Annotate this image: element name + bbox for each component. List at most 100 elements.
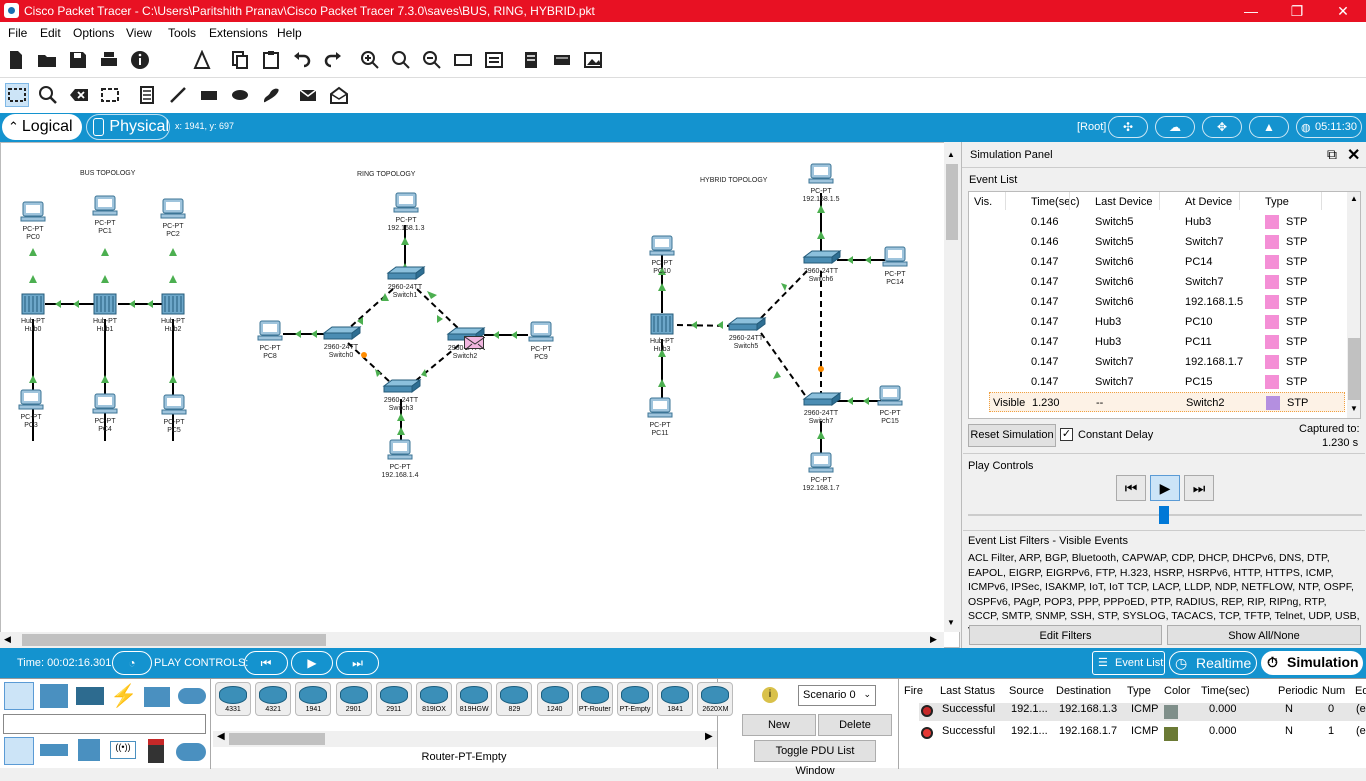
pdu-col-header[interactable]: Color: [1164, 685, 1190, 697]
bar-step-forward-button[interactable]: ⏭: [336, 651, 379, 675]
reset-simulation-button[interactable]: Reset Simulation: [968, 424, 1056, 447]
hub-device[interactable]: Hub-PT Hub2: [150, 293, 196, 334]
notes-icon[interactable]: [519, 48, 543, 72]
line-icon[interactable]: [166, 83, 190, 107]
clock-display[interactable]: ◍ 05:11:30: [1296, 116, 1362, 138]
logical-tab[interactable]: ⌃ Logical: [2, 114, 82, 140]
power-cycle-icon[interactable]: ◔: [112, 651, 152, 675]
event-list-toggle[interactable]: ☰ Event List: [1092, 651, 1165, 675]
select-icon[interactable]: [5, 83, 29, 107]
ellipse-icon[interactable]: [228, 83, 252, 107]
pdu-envelope-icon[interactable]: [464, 336, 486, 351]
inspect-icon[interactable]: [36, 83, 60, 107]
note-icon[interactable]: [135, 83, 159, 107]
complex-pdu-icon[interactable]: [327, 83, 351, 107]
pc-device[interactable]: PC-PT PC5: [151, 394, 197, 435]
realtime-tab[interactable]: ◷ Realtime: [1169, 651, 1257, 675]
physical-tab[interactable]: Physical: [86, 114, 170, 140]
info-icon[interactable]: [128, 48, 152, 72]
simulation-tab[interactable]: ⏱ Simulation: [1261, 651, 1363, 675]
play-button[interactable]: ▶: [1150, 475, 1180, 501]
pc-device[interactable]: PC-PT PC11: [637, 397, 683, 438]
connections-icon[interactable]: ⚡: [110, 683, 137, 709]
zoom-in-icon[interactable]: [358, 48, 382, 72]
draw-rect-icon[interactable]: [451, 48, 475, 72]
event-row[interactable]: 0.147 Switch6 PC14 STP: [989, 252, 1345, 272]
wan-emulation-icon[interactable]: [176, 743, 206, 761]
root-label[interactable]: [Root]: [1077, 121, 1106, 133]
pc-device[interactable]: PC-PT PC4: [82, 393, 128, 434]
event-scroll-thumb[interactable]: [1348, 338, 1360, 400]
pc-device[interactable]: PC-PT PC1: [82, 195, 128, 236]
palette-icon[interactable]: [482, 48, 506, 72]
pdu-col-header[interactable]: Type: [1127, 685, 1151, 697]
device-model-button[interactable]: 2901: [335, 682, 372, 716]
switch-device[interactable]: 2960-24TT Switch6: [798, 249, 844, 284]
scenario-info-icon[interactable]: i: [762, 687, 778, 703]
zoom-out-icon[interactable]: [420, 48, 444, 72]
menu-help[interactable]: Help: [277, 26, 302, 40]
pc-device[interactable]: PC-PT 192.168.1.3: [383, 192, 429, 233]
image-icon[interactable]: [581, 48, 605, 72]
pdu-col-header[interactable]: Fire: [904, 685, 923, 697]
pc-device[interactable]: PC-PT PC9: [518, 321, 564, 362]
col-last-device[interactable]: Last Device: [1095, 196, 1152, 208]
scroll-left-icon[interactable]: ◀: [217, 731, 225, 742]
scroll-left-icon[interactable]: ◀: [4, 634, 11, 645]
device-model-button[interactable]: 1841: [657, 682, 694, 716]
event-list-scrollbar[interactable]: ▲ ▼: [1347, 192, 1360, 418]
pdu-col-header[interactable]: Last Status: [940, 685, 995, 697]
undock-icon[interactable]: ⧉: [1327, 146, 1337, 163]
workspace-vertical-scrollbar[interactable]: ▲ ▼: [944, 142, 960, 632]
close-button[interactable]: ✕: [1320, 0, 1366, 22]
device-model-button[interactable]: 1240: [536, 682, 573, 716]
scroll-down-icon[interactable]: ▼: [947, 618, 955, 627]
hub-device[interactable]: Hub-PT Hub0: [10, 293, 56, 334]
menu-view[interactable]: View: [126, 26, 152, 40]
pc-device[interactable]: PC-PT PC8: [247, 320, 293, 361]
zoom-reset-icon[interactable]: [389, 48, 413, 72]
pc-device[interactable]: PC-PT 192.168.1.4: [377, 439, 423, 480]
pdu-col-header[interactable]: Ed: [1355, 685, 1366, 697]
pc-device[interactable]: PC-PT PC3: [8, 389, 54, 430]
network-devices-icon[interactable]: [4, 682, 34, 710]
device-model-button[interactable]: 829: [496, 682, 533, 716]
event-row[interactable]: 0.147 Switch6 192.168.1.5 STP: [989, 292, 1345, 312]
scroll-right-icon[interactable]: ▶: [930, 634, 937, 645]
constant-delay-checkbox[interactable]: ✓: [1060, 428, 1073, 441]
event-row[interactable]: 0.147 Hub3 PC11 STP: [989, 332, 1345, 352]
col-time[interactable]: Time(sec): [1031, 196, 1079, 208]
vertical-scroll-thumb[interactable]: [946, 164, 958, 240]
speed-slider-thumb[interactable]: [1159, 506, 1169, 524]
pc-device[interactable]: PC-PT 192.168.1.5: [798, 163, 844, 204]
move-icon[interactable]: ✥: [1202, 116, 1242, 138]
device-model-button[interactable]: PT-Router: [576, 682, 613, 716]
pc-device[interactable]: PC-PT 192.168.1.7: [798, 452, 844, 493]
scroll-up-icon[interactable]: ▲: [1350, 194, 1358, 203]
menu-extensions[interactable]: Extensions: [209, 26, 268, 40]
device-model-button[interactable]: 4321: [255, 682, 292, 716]
logical-workspace[interactable]: BUS TOPOLOGY RING TOPOLOGY HYBRID TOPOLO…: [0, 142, 960, 648]
maximize-button[interactable]: ❐: [1274, 0, 1320, 22]
menu-tools[interactable]: Tools: [168, 26, 196, 40]
horizontal-scroll-thumb[interactable]: [22, 634, 326, 646]
pc-device[interactable]: PC-PT PC15: [867, 385, 913, 426]
pc-device[interactable]: PC-PT PC10: [639, 235, 685, 276]
delete-scenario-button[interactable]: Delete: [818, 714, 892, 736]
cloud-icon[interactable]: ☁: [1155, 116, 1195, 138]
rectangle-icon[interactable]: [197, 83, 221, 107]
device-search-field[interactable]: [3, 714, 206, 734]
device-list-scrollbar[interactable]: ◀ ▶: [213, 731, 717, 747]
paste-icon[interactable]: [259, 48, 283, 72]
bar-play-button[interactable]: ▶: [291, 651, 333, 675]
components-icon[interactable]: [76, 687, 104, 705]
step-forward-button[interactable]: ⏭: [1184, 475, 1214, 501]
hub-device[interactable]: Hub-PT Hub1: [82, 293, 128, 334]
show-all-none-button[interactable]: Show All/None: [1167, 625, 1361, 645]
step-back-button[interactable]: ⏮: [1116, 475, 1146, 501]
save-icon[interactable]: [66, 48, 90, 72]
event-row[interactable]: 0.147 Switch7 PC15 STP: [989, 372, 1345, 392]
pdu-col-header[interactable]: Time(sec): [1201, 685, 1249, 697]
new-scenario-button[interactable]: New: [742, 714, 816, 736]
pc-device[interactable]: PC-PT PC2: [150, 198, 196, 239]
